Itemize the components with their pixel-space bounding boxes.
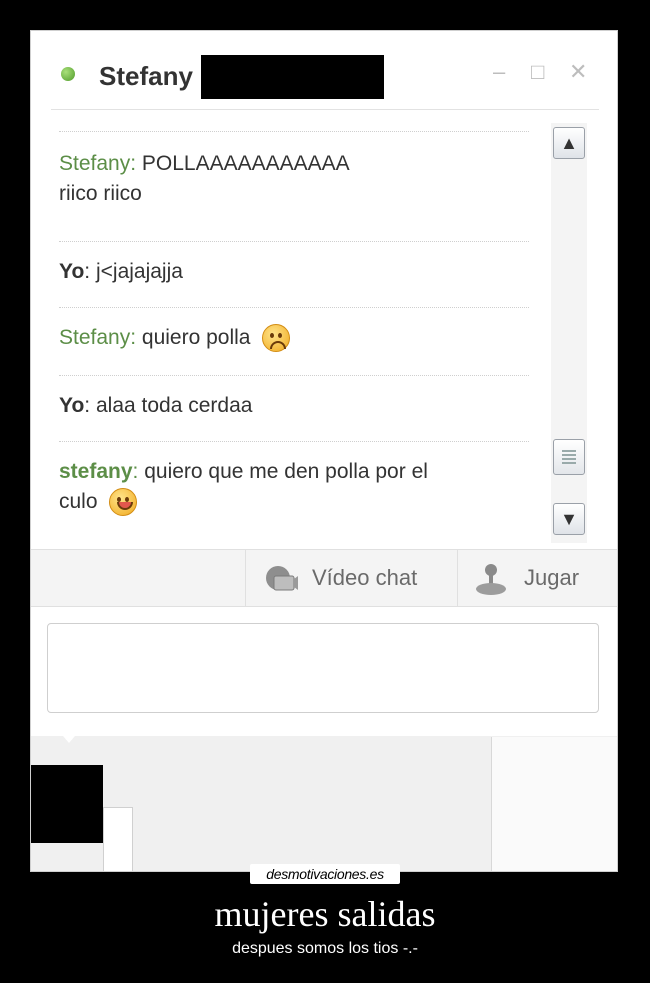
scrollbar-thumb[interactable] (553, 439, 585, 475)
message-input[interactable] (47, 623, 599, 713)
video-chat-label: Vídeo chat (312, 565, 418, 590)
message-item: Stefany: POLLAAAAAAAAAAA riico riico (59, 152, 350, 205)
message-divider (59, 441, 529, 442)
poster-title: mujeres salidas (214, 894, 436, 934)
title-divider (51, 109, 599, 110)
message-item: Stefany: quiero polla (59, 323, 291, 353)
message-divider (59, 307, 529, 308)
message-sender: Yo (59, 260, 85, 283)
message-sender: Stefany (59, 326, 131, 349)
play-button[interactable]: Jugar (457, 550, 617, 606)
message-sender: stefany (59, 460, 133, 483)
scrollbar-track[interactable] (551, 123, 587, 543)
message-text: culo (59, 490, 98, 513)
message-sender: Stefany (59, 152, 131, 175)
video-camera-icon (266, 566, 298, 591)
sad-face-icon (262, 324, 291, 353)
minimize-button[interactable]: – (493, 59, 505, 85)
message-item: Yo: j<jajajajja (59, 260, 183, 283)
message-text: POLLAAAAAAAAAAA (141, 152, 350, 175)
message-text: quiero que me den polla por el (144, 460, 428, 483)
online-status-icon (61, 67, 75, 81)
message-scrollbar[interactable]: ▲ ▼ (551, 123, 587, 543)
scroll-down-button[interactable]: ▼ (553, 503, 585, 535)
site-watermark: desmotivaciones.es (250, 864, 400, 884)
message-text: alaa toda cerdaa (95, 394, 253, 417)
chat-window: Stefany – □ ✕ Stefany: POLLAAAAAAAAAAA r… (31, 31, 617, 736)
contact-name: Stefany (99, 61, 193, 91)
avatar-frame (103, 807, 133, 871)
message-divider (59, 241, 529, 242)
chat-toolbar: Vídeo chat Jugar (31, 549, 617, 607)
message-text: j<jajajajja (95, 260, 183, 283)
joystick-icon (476, 564, 506, 595)
message-item: Yo: alaa toda cerdaa (59, 394, 253, 417)
video-chat-button[interactable]: Vídeo chat (245, 550, 457, 606)
message-list: Stefany: POLLAAAAAAAAAAA riico riico Yo:… (31, 123, 546, 543)
message-item: stefany: quiero que me den polla por el … (59, 457, 428, 517)
message-divider (59, 375, 529, 376)
maximize-button[interactable]: □ (531, 59, 544, 85)
redacted-bar (201, 55, 384, 99)
play-label: Jugar (524, 565, 580, 590)
close-button[interactable]: ✕ (569, 59, 587, 85)
scroll-up-button[interactable]: ▲ (553, 127, 585, 159)
message-sender: Yo (59, 394, 85, 417)
chat-titlebar: Stefany – □ ✕ (31, 31, 617, 111)
bubble-pointer (57, 729, 81, 743)
tongue-face-icon (109, 488, 138, 517)
message-divider (59, 131, 529, 132)
redacted-avatar (31, 765, 103, 843)
message-text: quiero polla (141, 326, 251, 349)
screenshot-frame: Stefany – □ ✕ Stefany: POLLAAAAAAAAAAA r… (30, 30, 618, 872)
right-panel (492, 737, 617, 871)
message-text: riico riico (59, 182, 142, 205)
poster-subtitle: despues somos los tios -.- (232, 940, 418, 957)
